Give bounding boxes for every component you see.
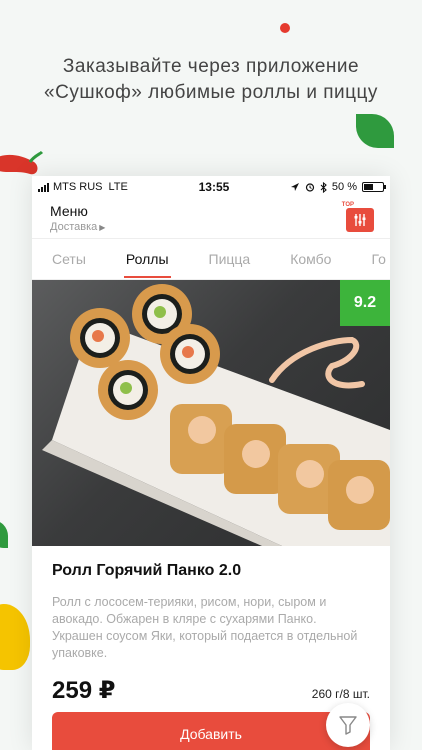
location-arrow-icon [290, 183, 299, 191]
decor-leaf-icon [356, 114, 394, 148]
caret-right-icon: ▶ [99, 223, 106, 232]
decor-leaf-left-icon [0, 520, 8, 548]
product-title: Ролл Горячий Панко 2.0 [52, 562, 242, 579]
battery-percent: 50 % [331, 181, 357, 193]
tab-3[interactable]: Пицца [209, 239, 251, 279]
status-bar: MTS RUS LTE 13:55 50 % [32, 176, 390, 198]
product-price: 259 ₽ [52, 677, 116, 704]
add-to-cart-button[interactable]: Добавить [52, 712, 370, 750]
product-description: Ролл с лососем-терияки, рисом, нори, сыр… [52, 595, 358, 660]
page-title: Меню [50, 203, 88, 219]
bluetooth-icon [320, 181, 327, 193]
status-time: 13:55 [198, 180, 230, 194]
signal-icon [38, 182, 49, 192]
tab-1[interactable]: Сеты [52, 239, 86, 279]
funnel-filter-icon [339, 716, 357, 735]
network-label: LTE [108, 181, 128, 193]
product-photo: 9.2 [32, 280, 390, 546]
app-header: Меню Доставка ▶ TOP [32, 198, 390, 238]
rating-badge: 9.2 [340, 280, 390, 326]
alarm-icon [305, 183, 315, 192]
delivery-label: Доставка [50, 221, 98, 233]
decor-yellow-pepper-icon [0, 604, 30, 670]
filter-settings-button[interactable] [346, 208, 374, 232]
promo-headline: Заказывайте через приложение «Сушкоф» лю… [0, 54, 422, 106]
decor-red-dot [280, 23, 290, 33]
sliders-icon [354, 214, 366, 226]
filter-fab-button[interactable] [326, 703, 370, 747]
promo-line-2: «Сушкоф» любимые роллы и пиццу [44, 82, 378, 103]
product-card: Ролл Горячий Панко 2.0 Ролл с лососем-те… [32, 546, 390, 705]
tab-4[interactable]: Комбо [290, 239, 331, 279]
battery-icon [362, 182, 386, 192]
category-tabs: Сеты Роллы Пицца Комбо Го [32, 238, 390, 280]
sushi-roll-image [42, 284, 390, 546]
price-row: 259 ₽ 260 г/8 шт. [52, 676, 370, 705]
phone-screen: MTS RUS LTE 13:55 50 % Меню Доставка ▶ T… [32, 176, 390, 750]
tab-5[interactable]: Го [371, 239, 385, 279]
product-weight: 260 г/8 шт. [311, 687, 370, 701]
delivery-selector[interactable]: Доставка ▶ [50, 221, 390, 233]
promo-line-1: Заказывайте через приложение [62, 56, 360, 77]
carrier-label: MTS RUS [53, 181, 103, 193]
tab-2[interactable]: Роллы [123, 239, 171, 279]
